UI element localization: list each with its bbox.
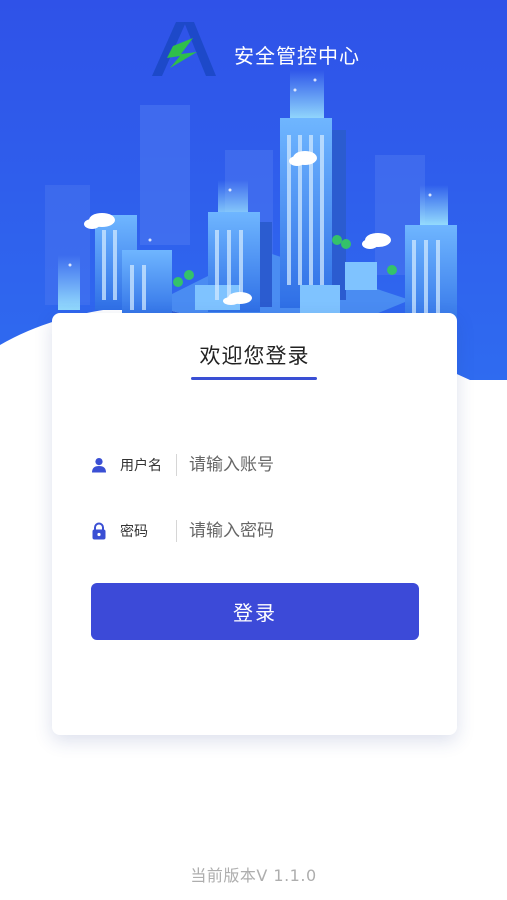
username-input[interactable] xyxy=(189,455,409,475)
user-icon xyxy=(90,456,108,474)
username-field: 用户名 xyxy=(90,445,420,485)
app-title: 安全管控中心 xyxy=(234,44,360,68)
password-field: 密码 xyxy=(90,511,420,551)
login-card: 欢迎您登录 用户名 密码 登录 xyxy=(52,313,457,735)
password-label: 密码 xyxy=(120,524,148,540)
login-button[interactable]: 登录 xyxy=(91,583,419,640)
shield-s-logo-icon xyxy=(152,22,216,76)
title-underline xyxy=(191,377,317,380)
app-logo xyxy=(146,18,218,80)
version-label: 当前版本V 1.1.0 xyxy=(190,866,317,885)
login-title: 欢迎您登录 xyxy=(199,344,310,368)
password-input[interactable] xyxy=(189,521,409,541)
lock-icon xyxy=(90,522,108,540)
username-label: 用户名 xyxy=(120,458,162,474)
field-divider xyxy=(176,454,177,476)
field-divider xyxy=(176,520,177,542)
